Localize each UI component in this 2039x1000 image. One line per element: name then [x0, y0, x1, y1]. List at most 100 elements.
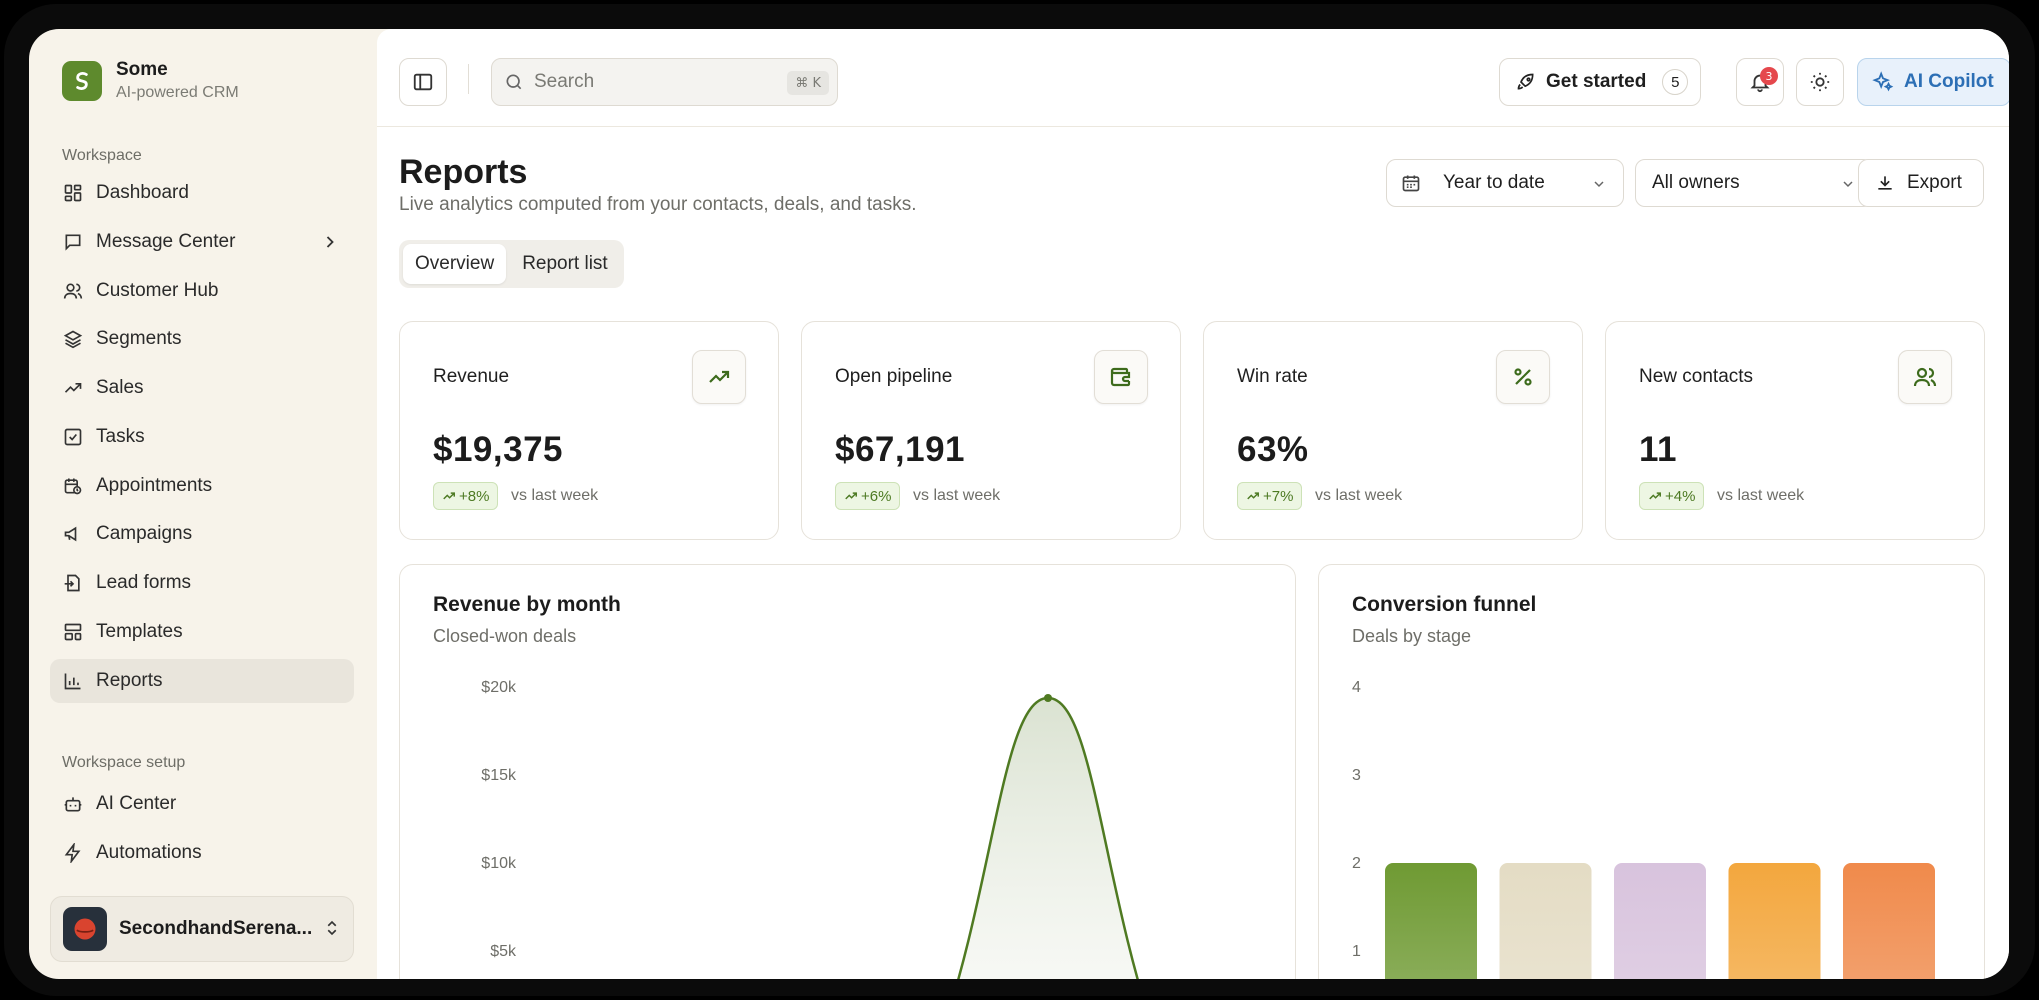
revenue-chart-card: Revenue by month Closed-won deals $20k $1… — [399, 564, 1296, 979]
sidebar-item-label: Campaigns — [96, 523, 193, 545]
sidebar-item-label: Automations — [96, 841, 202, 863]
device-frame: Some AI-powered CRM Workspace Dashboard … — [4, 4, 2035, 996]
get-started-button[interactable]: Get started 5 — [1499, 58, 1701, 106]
users-icon — [1898, 350, 1952, 404]
stat-delta-badge: +6% — [835, 482, 901, 510]
stat-card-win-rate: Win rate 63% +7% vs last week — [1203, 321, 1583, 540]
y-tick-label: 2 — [1352, 855, 1361, 872]
calendar-icon — [1402, 175, 1420, 192]
nav-list-workspace: Dashboard Message Center Customer Hub Se… — [50, 171, 354, 707]
brand[interactable]: Some AI-powered CRM — [62, 59, 239, 102]
stat-value: 63% — [1237, 430, 1309, 469]
sidebar-item-segments[interactable]: Segments — [50, 317, 354, 361]
stat-card-new-contacts: New contacts 11 +4% vs last week — [1605, 321, 1985, 540]
search-icon — [506, 74, 522, 90]
calendar-clock-icon — [64, 478, 82, 494]
ai-copilot-label: AI Copilot — [1904, 71, 1994, 92]
owner-value: All owners — [1652, 172, 1740, 193]
stat-value: $67,191 — [835, 430, 966, 469]
y-tick-label: 4 — [1352, 679, 1361, 696]
sidebar-item-ai-center[interactable]: AI Center — [50, 782, 354, 826]
main-content: ⌘ K Get started 5 3 AI Copilot Reports L… — [377, 29, 2009, 979]
stat-compare: vs last week — [1717, 487, 1805, 504]
sidebar-item-message-center[interactable]: Message Center — [50, 220, 354, 264]
stat-card-revenue: Revenue $19,375 +8% vs last week — [399, 321, 779, 540]
sidebar-item-lead-forms[interactable]: Lead forms — [50, 561, 354, 605]
zap-icon — [64, 842, 81, 863]
bot-icon — [64, 797, 82, 812]
stat-label: Win rate — [1237, 366, 1308, 387]
topbar: ⌘ K Get started 5 3 AI Copilot — [377, 29, 2009, 127]
stat-delta-badge: +7% — [1237, 482, 1303, 510]
page-subtitle: Live analytics computed from your contac… — [399, 194, 917, 215]
chevron-right-icon[interactable] — [320, 232, 340, 252]
sidebar-item-tasks[interactable]: Tasks — [50, 415, 354, 459]
sidebar-item-automations[interactable]: Automations — [50, 831, 354, 875]
search-box[interactable]: ⌘ K — [491, 58, 838, 106]
ai-copilot-button[interactable]: AI Copilot — [1857, 58, 2009, 106]
y-tick-label: $20k — [481, 679, 517, 696]
funnel-bar[interactable] — [1499, 863, 1592, 979]
search-input[interactable] — [534, 71, 774, 93]
stat-value: $19,375 — [433, 430, 564, 469]
avatar — [63, 907, 107, 951]
nav-list-setup: AI Center Automations — [50, 782, 354, 880]
download-icon — [1878, 176, 1892, 190]
nav-section-setup: Workspace setup — [62, 754, 186, 771]
search-shortcut: ⌘ K — [787, 71, 829, 95]
sidebar-item-dashboard[interactable]: Dashboard — [50, 171, 354, 215]
sidebar-item-appointments[interactable]: Appointments — [50, 464, 354, 508]
chevron-down-icon — [1843, 181, 1853, 188]
toggle-sidebar-button[interactable] — [399, 58, 447, 106]
stat-delta: +7% — [1263, 487, 1294, 505]
tab-report-list[interactable]: Report list — [510, 244, 620, 284]
stat-compare: vs last week — [511, 487, 599, 504]
trending-up-icon — [443, 492, 455, 500]
trending-up-icon — [845, 492, 857, 500]
notifications-button[interactable]: 3 — [1736, 58, 1784, 106]
sidebar-item-label: Templates — [96, 620, 183, 642]
y-tick-label: $5k — [490, 943, 517, 960]
funnel-bar[interactable] — [1843, 863, 1935, 979]
trending-up-icon — [64, 383, 82, 393]
owner-select[interactable]: All owners — [1635, 159, 1873, 207]
bar-chart-icon — [64, 673, 81, 689]
stat-delta: +4% — [1665, 487, 1696, 505]
funnel-bar[interactable] — [1614, 863, 1706, 979]
date-range-value: Year to date — [1443, 172, 1545, 193]
sidebar-item-label: Dashboard — [96, 182, 189, 203]
sidebar-item-reports[interactable]: Reports — [50, 658, 354, 703]
brand-logo-icon — [62, 60, 102, 101]
layers-icon — [63, 330, 83, 349]
funnel-chart-card: Conversion funnel Deals by stage 4321 — [1318, 564, 1985, 979]
get-started-label: Get started — [1546, 71, 1647, 92]
sidebar-toggle-icon — [413, 73, 433, 91]
template-icon — [64, 623, 82, 641]
sidebar-item-label: Tasks — [96, 425, 145, 447]
tab-overview[interactable]: Overview — [403, 244, 507, 284]
account-name: SecondhandSerena... — [119, 918, 313, 939]
trending-up-icon — [1649, 492, 1661, 500]
sidebar-item-sales[interactable]: Sales — [50, 366, 354, 410]
get-started-count: 5 — [1662, 69, 1689, 95]
funnel-bar[interactable] — [1385, 863, 1477, 979]
sidebar-item-templates[interactable]: Templates — [50, 610, 354, 654]
notification-badge: 3 — [1760, 67, 1778, 85]
theme-toggle-button[interactable] — [1796, 58, 1844, 106]
account-switcher[interactable]: SecondhandSerena... — [50, 896, 354, 962]
date-range-select[interactable]: Year to date — [1386, 159, 1624, 207]
chevrons-up-down-icon[interactable] — [323, 917, 341, 939]
export-button[interactable]: Export — [1858, 159, 1984, 207]
rocket-icon — [1517, 73, 1534, 90]
sidebar-item-label: Message Center — [96, 230, 236, 252]
stat-label: New contacts — [1639, 366, 1754, 387]
sidebar-item-customer-hub[interactable]: Customer Hub — [50, 269, 354, 313]
sidebar-item-campaigns[interactable]: Campaigns — [50, 512, 354, 556]
revenue-peak-point[interactable] — [1044, 694, 1052, 702]
stat-value: 11 — [1639, 430, 1677, 469]
brand-tagline: AI-powered CRM — [116, 84, 239, 101]
sidebar-item-label: Appointments — [96, 474, 213, 496]
app-window: Some AI-powered CRM Workspace Dashboard … — [29, 29, 2009, 979]
sidebar-item-label: Customer Hub — [96, 279, 219, 301]
funnel-bar[interactable] — [1728, 863, 1821, 979]
